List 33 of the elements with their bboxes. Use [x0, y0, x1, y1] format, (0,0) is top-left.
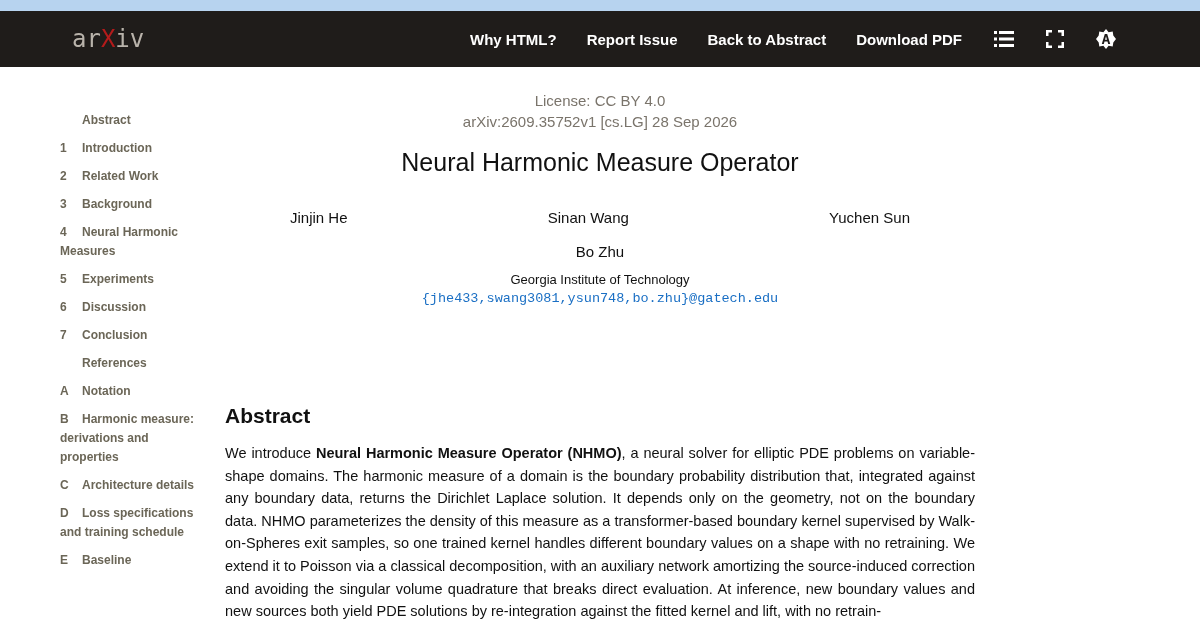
theme-icon[interactable] — [1096, 29, 1116, 49]
arxiv-logo[interactable]: arXiv — [72, 25, 145, 53]
toc-link[interactable]: 5 Experiments — [60, 270, 202, 289]
toc-link[interactable]: 3 Background — [60, 195, 202, 214]
toc-link[interactable]: D Loss specifications and training schedule — [60, 504, 202, 542]
toc-link[interactable]: 7 Conclusion — [60, 326, 202, 345]
toc-list-icon[interactable] — [994, 30, 1014, 48]
section-heading: Abstract — [225, 404, 311, 428]
nav-link[interactable]: Download PDF — [856, 30, 962, 48]
toc-link[interactable]: 1 Introduction — [60, 139, 202, 158]
author-name: Yuchen Sun — [829, 209, 910, 226]
fullscreen-icon[interactable] — [1046, 30, 1064, 48]
toc-link[interactable]: Abstract — [60, 111, 202, 130]
toc-link[interactable]: 2 Related Work — [60, 167, 202, 186]
toc-link[interactable]: 4 Neural Harmonic Measures — [60, 223, 202, 261]
abstract-paragraph: We introduce Neural Harmonic Measure Operator (NHMO), a neural solver for elliptic PDE problems on variable-shape domains. The harmonic measure of a domain is the boundary probability distribution that, integrated against any boundary data, returns the Dirichlet Laplace solution. It depends only on the geometry, not on the boundary data. NHMO parameterizes the density of this measure as a transformer-based boundary kernel supervised by Walk-on-Spheres exit samples, so one trained kernel handles different boundary values on a shape with no retraining. We extend it to Poisson via a classical decomposition, with an auxiliary network amortizing the source-induced correction and avoiding the singular volume quadrature that breaks direct evaluation. At inference, new boundary values and new sources both yield PDE solutions by re-integration against the fitted kernel and lift, with no retrain- — [225, 444, 975, 622]
nav-link[interactable]: Why HTML? — [470, 30, 557, 48]
toc-link[interactable]: E Baseline — [60, 551, 202, 570]
toc-link[interactable]: References — [60, 354, 202, 373]
toc-link[interactable]: B Harmonic measure: derivations and properties — [60, 410, 202, 467]
toc-link[interactable]: C Architecture details — [60, 476, 202, 495]
author-name: Bo Zhu — [575, 243, 625, 260]
nav-link[interactable]: Back to Abstract — [707, 30, 827, 48]
toc-link[interactable]: A Notation — [60, 382, 202, 401]
toc-link[interactable]: 6 Discussion — [60, 298, 202, 317]
paper-title: Neural Harmonic Measure Operator — [401, 148, 799, 177]
email-link[interactable]: {jhe433,swang3081,ysun748,bo.zhu}@gatech.edu — [421, 291, 779, 306]
affiliation-text: Georgia Institute of Technology — [510, 272, 690, 287]
arxiv-id: arXiv:2609.35752v1 [cs.LG] 28 Sep 2026 — [462, 112, 738, 132]
nav-link[interactable]: Report Issue — [586, 30, 678, 48]
license-text: License: CC BY 4.0 — [534, 91, 666, 111]
author-name: Jinjin He — [290, 209, 348, 226]
author-name: Sinan Wang — [547, 209, 629, 226]
